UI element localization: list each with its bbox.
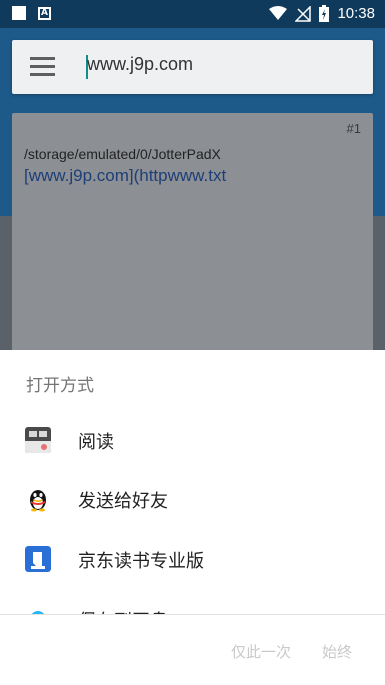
sheet-footer: 仅此一次 始终 bbox=[0, 614, 385, 685]
notification-a-icon: A bbox=[38, 6, 51, 20]
card-number: #1 bbox=[346, 121, 361, 136]
app-option-jd-reader[interactable]: 京东读书专业版 bbox=[0, 530, 385, 588]
file-path: /storage/emulated/0/JotterPadX bbox=[24, 146, 221, 162]
notification-square-icon bbox=[12, 6, 26, 20]
qq-penguin-icon bbox=[25, 486, 51, 512]
always-button[interactable]: 始终 bbox=[322, 641, 352, 662]
reader-app-icon bbox=[25, 427, 51, 453]
status-bar: A 10:38 bbox=[0, 0, 385, 28]
app-option-label: 京东读书专业版 bbox=[78, 551, 204, 572]
jd-reader-icon bbox=[25, 546, 51, 572]
battery-charging-icon bbox=[319, 5, 330, 22]
file-link-text[interactable]: [www.j9p.com](httpwww.txt bbox=[24, 166, 226, 186]
app-option-label: 发送给好友 bbox=[78, 491, 168, 512]
app-option-label: 阅读 bbox=[78, 432, 114, 453]
search-bar[interactable]: www.j9p.com bbox=[12, 40, 373, 94]
file-card[interactable]: #1 /storage/emulated/0/JotterPadX [www.j… bbox=[12, 113, 373, 353]
app-option-reader[interactable]: 阅读 bbox=[0, 411, 385, 469]
just-once-button[interactable]: 仅此一次 bbox=[231, 641, 291, 662]
app-option-qq-send[interactable]: 发送给好友 bbox=[0, 470, 385, 528]
search-input[interactable]: www.j9p.com bbox=[87, 54, 193, 75]
no-signal-icon bbox=[295, 5, 312, 22]
sheet-title: 打开方式 bbox=[26, 376, 94, 396]
wifi-icon bbox=[269, 6, 288, 20]
clock-time: 10:38 bbox=[337, 5, 375, 22]
hamburger-menu-icon[interactable] bbox=[30, 57, 55, 77]
